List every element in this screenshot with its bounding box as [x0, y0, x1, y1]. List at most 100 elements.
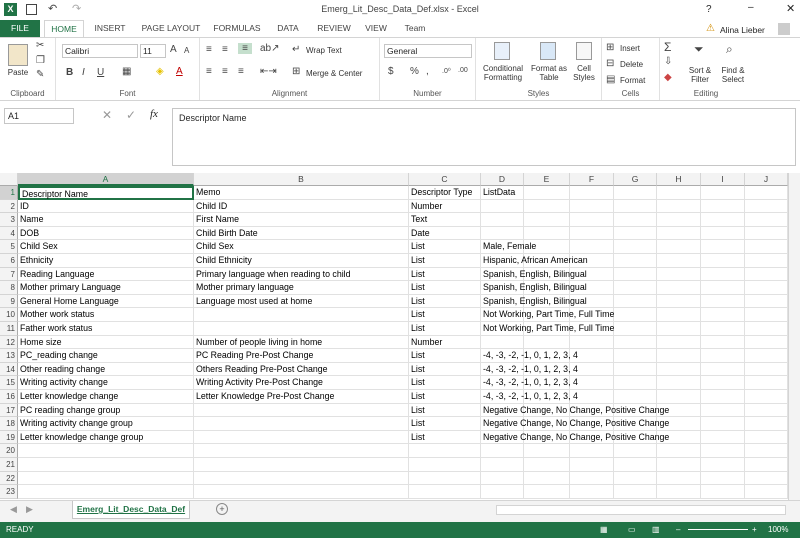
- close-icon[interactable]: ✕: [786, 2, 795, 15]
- tab-page-layout[interactable]: PAGE LAYOUT: [138, 20, 204, 37]
- column-header-J[interactable]: J: [745, 173, 788, 186]
- row-header[interactable]: 7: [0, 267, 18, 282]
- cell[interactable]: [614, 444, 657, 458]
- formula-input[interactable]: Descriptor Name: [172, 108, 796, 166]
- cell[interactable]: Language most used at home: [194, 294, 409, 309]
- cell[interactable]: Mother primary language: [194, 281, 409, 295]
- user-name[interactable]: Alina Lieber: [720, 25, 765, 35]
- cell[interactable]: Hispanic, African American: [481, 254, 588, 268]
- insert-function-icon[interactable]: fx: [150, 108, 158, 120]
- cell[interactable]: [570, 458, 614, 472]
- cell[interactable]: [524, 186, 570, 200]
- row-header[interactable]: 17: [0, 403, 18, 418]
- cell[interactable]: [614, 458, 657, 472]
- bold-button[interactable]: B: [66, 67, 73, 78]
- shrink-font-icon[interactable]: A: [184, 46, 189, 55]
- cell[interactable]: [701, 471, 745, 486]
- cell[interactable]: Others Reading Pre-Post Change: [194, 362, 409, 377]
- cell[interactable]: List: [409, 390, 481, 404]
- cell[interactable]: [657, 199, 701, 214]
- cell[interactable]: [194, 308, 409, 322]
- cell[interactable]: Spanish, English, Bilingual: [481, 294, 587, 309]
- cell[interactable]: Home size: [18, 335, 194, 350]
- cancel-icon[interactable]: ✕: [102, 108, 112, 122]
- merge-center-button[interactable]: Merge & Center: [306, 69, 362, 78]
- cell[interactable]: [614, 267, 657, 282]
- cell[interactable]: ListData: [481, 186, 524, 200]
- cell[interactable]: [745, 430, 788, 445]
- cell[interactable]: [481, 226, 524, 241]
- cell[interactable]: Not Working, Part Time, Full Time: [481, 308, 614, 322]
- cell[interactable]: [570, 444, 614, 458]
- cell[interactable]: [745, 294, 788, 309]
- column-header-E[interactable]: E: [524, 173, 570, 186]
- cell[interactable]: [701, 226, 745, 241]
- row-header[interactable]: 20: [0, 444, 18, 458]
- cell[interactable]: [570, 186, 614, 200]
- cut-icon[interactable]: ✂: [36, 40, 44, 51]
- cell[interactable]: [745, 390, 788, 404]
- cell[interactable]: List: [409, 403, 481, 418]
- cell[interactable]: -4, -3, -2, -1, 0, 1, 2, 3, 4: [481, 362, 578, 377]
- cell[interactable]: DOB: [18, 226, 194, 241]
- underline-button[interactable]: U: [97, 67, 104, 78]
- column-header-H[interactable]: H: [657, 173, 701, 186]
- cell[interactable]: Date: [409, 226, 481, 241]
- cell[interactable]: [745, 376, 788, 390]
- cell[interactable]: Child Ethnicity: [194, 254, 409, 268]
- cell[interactable]: [194, 417, 409, 431]
- cell[interactable]: [409, 485, 481, 499]
- paste-icon[interactable]: [8, 44, 28, 66]
- enter-icon[interactable]: ✓: [126, 108, 136, 122]
- cell[interactable]: [701, 417, 745, 431]
- column-header-B[interactable]: B: [194, 173, 409, 186]
- cell[interactable]: [657, 322, 701, 336]
- paste-button[interactable]: Paste: [4, 68, 32, 77]
- new-sheet-icon[interactable]: +: [216, 503, 228, 515]
- cell[interactable]: [481, 444, 524, 458]
- row-header[interactable]: 23: [0, 485, 18, 499]
- cell[interactable]: [657, 444, 701, 458]
- cell[interactable]: [701, 254, 745, 268]
- normal-view-icon[interactable]: ▦: [600, 522, 608, 538]
- cell[interactable]: [614, 226, 657, 241]
- cell[interactable]: [745, 403, 788, 418]
- cell[interactable]: [701, 403, 745, 418]
- cell[interactable]: [614, 281, 657, 295]
- cell[interactable]: [194, 458, 409, 472]
- zoom-slider[interactable]: [688, 529, 748, 530]
- prev-sheet-icon[interactable]: ◀: [10, 504, 17, 515]
- cell[interactable]: [614, 322, 657, 336]
- format-as-table-button[interactable]: Format as Table: [530, 64, 568, 82]
- cell[interactable]: [614, 471, 657, 486]
- cell[interactable]: Name: [18, 213, 194, 227]
- cell[interactable]: General Home Language: [18, 294, 194, 309]
- cell[interactable]: [657, 186, 701, 200]
- cell[interactable]: [614, 240, 657, 254]
- tab-formulas[interactable]: FORMULAS: [210, 20, 264, 37]
- orientation-icon[interactable]: ab↗: [260, 43, 280, 54]
- row-header[interactable]: 19: [0, 430, 18, 445]
- spreadsheet-grid[interactable]: A B C D E F G H I J 1 Descriptor Name Memo Descriptor…: [0, 173, 788, 500]
- sheet-tab[interactable]: Emerg_Lit_Desc_Data_Def: [72, 501, 190, 519]
- align-bottom-icon[interactable]: ≡: [238, 43, 252, 54]
- cell[interactable]: Father work status: [18, 322, 194, 336]
- cell[interactable]: [614, 186, 657, 200]
- cell[interactable]: [614, 349, 657, 363]
- cell[interactable]: [657, 267, 701, 282]
- cell[interactable]: Spanish, English, Bilingual: [481, 281, 587, 295]
- insert-button[interactable]: Insert: [620, 44, 640, 53]
- autosum-icon[interactable]: Σ: [664, 40, 671, 54]
- cell[interactable]: [701, 349, 745, 363]
- font-color-icon[interactable]: A: [176, 66, 183, 77]
- cell[interactable]: [745, 199, 788, 214]
- cell[interactable]: Letter knowledge change: [18, 390, 194, 404]
- cell[interactable]: Number of people living in home: [194, 335, 409, 350]
- cell[interactable]: [745, 254, 788, 268]
- copy-icon[interactable]: ❐: [36, 55, 45, 66]
- cell[interactable]: [570, 335, 614, 350]
- cell[interactable]: Writing Activity Pre-Post Change: [194, 376, 409, 390]
- clear-icon[interactable]: ◆: [664, 72, 672, 83]
- column-header-I[interactable]: I: [701, 173, 745, 186]
- cell[interactable]: Writing activity change group: [18, 417, 194, 431]
